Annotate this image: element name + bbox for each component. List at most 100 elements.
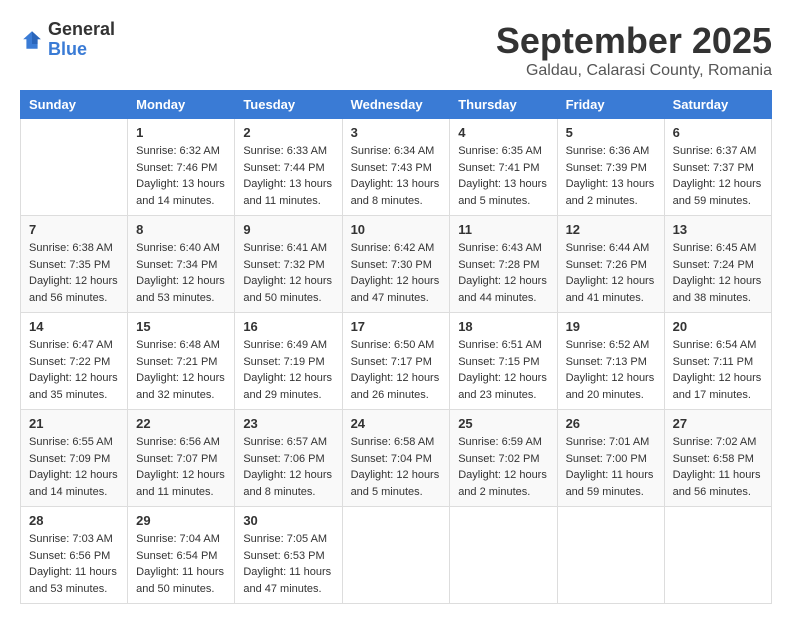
day-number: 29 — [136, 513, 226, 528]
logo-general-text: General — [48, 19, 115, 39]
calendar-cell: 27 Sunrise: 7:02 AMSunset: 6:58 PMDayligh… — [664, 410, 771, 507]
calendar-cell: 1 Sunrise: 6:32 AMSunset: 7:46 PMDaylight… — [128, 119, 235, 216]
location-subtitle: Galdau, Calarasi County, Romania — [496, 62, 772, 80]
day-number: 6 — [673, 125, 763, 140]
day-info: Sunrise: 6:38 AMSunset: 7:35 PMDaylight:… — [29, 240, 119, 306]
calendar-cell: 13 Sunrise: 6:45 AMSunset: 7:24 PMDayligh… — [664, 216, 771, 313]
calendar-cell — [21, 119, 128, 216]
weekday-header: Tuesday — [235, 91, 342, 119]
calendar-table: SundayMondayTuesdayWednesdayThursdayFrid… — [20, 90, 772, 604]
calendar-cell: 24 Sunrise: 6:58 AMSunset: 7:04 PMDayligh… — [342, 410, 450, 507]
calendar-cell: 8Sunrise: 6:40 AMSunset: 7:34 PMDaylight… — [128, 216, 235, 313]
calendar-cell — [557, 507, 664, 604]
day-number: 1 — [136, 125, 226, 140]
day-number: 20 — [673, 319, 763, 334]
logo: General Blue — [20, 20, 115, 60]
calendar-cell: 16 Sunrise: 6:49 AMSunset: 7:19 PMDayligh… — [235, 313, 342, 410]
day-info: Sunrise: 6:42 AMSunset: 7:30 PMDaylight:… — [351, 240, 442, 306]
day-info: Sunrise: 6:33 AMSunset: 7:44 PMDaylight:… — [243, 143, 333, 209]
calendar-cell: 5 Sunrise: 6:36 AMSunset: 7:39 PMDaylight… — [557, 119, 664, 216]
weekday-header: Monday — [128, 91, 235, 119]
calendar-cell: 12 Sunrise: 6:44 AMSunset: 7:26 PMDayligh… — [557, 216, 664, 313]
day-number: 22 — [136, 416, 226, 431]
calendar-cell: 22 Sunrise: 6:56 AMSunset: 7:07 PMDayligh… — [128, 410, 235, 507]
day-number: 26 — [566, 416, 656, 431]
day-info: Sunrise: 6:41 AMSunset: 7:32 PMDaylight:… — [243, 240, 333, 306]
weekday-header: Friday — [557, 91, 664, 119]
calendar-cell: 23 Sunrise: 6:57 AMSunset: 7:06 PMDayligh… — [235, 410, 342, 507]
day-number: 23 — [243, 416, 333, 431]
day-info: Sunrise: 6:57 AMSunset: 7:06 PMDaylight:… — [243, 434, 333, 500]
logo-blue-text: Blue — [48, 39, 87, 59]
weekday-header: Thursday — [450, 91, 557, 119]
day-info: Sunrise: 6:58 AMSunset: 7:04 PMDaylight:… — [351, 434, 442, 500]
day-number: 18 — [458, 319, 548, 334]
calendar-cell: 17Sunrise: 6:50 AMSunset: 7:17 PMDayligh… — [342, 313, 450, 410]
day-info: Sunrise: 7:02 AMSunset: 6:58 PMDaylight:… — [673, 434, 763, 500]
day-number: 12 — [566, 222, 656, 237]
calendar-cell: 2Sunrise: 6:33 AMSunset: 7:44 PMDaylight… — [235, 119, 342, 216]
day-number: 25 — [458, 416, 548, 431]
day-number: 28 — [29, 513, 119, 528]
day-number: 7 — [29, 222, 119, 237]
day-number: 17 — [351, 319, 442, 334]
calendar-cell: 10 Sunrise: 6:42 AMSunset: 7:30 PMDayligh… — [342, 216, 450, 313]
day-info: Sunrise: 6:32 AMSunset: 7:46 PMDaylight:… — [136, 143, 226, 209]
day-number: 24 — [351, 416, 442, 431]
month-title: September 2025 — [496, 20, 772, 62]
day-info: Sunrise: 6:36 AMSunset: 7:39 PMDaylight:… — [566, 143, 656, 209]
day-info: Sunrise: 6:35 AMSunset: 7:41 PMDaylight:… — [458, 143, 548, 209]
day-info: Sunrise: 6:43 AMSunset: 7:28 PMDaylight:… — [458, 240, 548, 306]
day-number: 27 — [673, 416, 763, 431]
calendar-cell: 14Sunrise: 6:47 AMSunset: 7:22 PMDayligh… — [21, 313, 128, 410]
calendar-week-row: 1 Sunrise: 6:32 AMSunset: 7:46 PMDaylight… — [21, 119, 772, 216]
calendar-cell: 3Sunrise: 6:34 AMSunset: 7:43 PMDaylight… — [342, 119, 450, 216]
calendar-cell: 4Sunrise: 6:35 AMSunset: 7:41 PMDaylight… — [450, 119, 557, 216]
day-number: 10 — [351, 222, 442, 237]
calendar-cell: 7 Sunrise: 6:38 AMSunset: 7:35 PMDaylight… — [21, 216, 128, 313]
calendar-cell: 19 Sunrise: 6:52 AMSunset: 7:13 PMDayligh… — [557, 313, 664, 410]
day-info: Sunrise: 6:52 AMSunset: 7:13 PMDaylight:… — [566, 337, 656, 403]
weekday-header: Wednesday — [342, 91, 450, 119]
calendar-cell — [450, 507, 557, 604]
day-number: 13 — [673, 222, 763, 237]
day-info: Sunrise: 6:55 AMSunset: 7:09 PMDaylight:… — [29, 434, 119, 500]
day-info: Sunrise: 6:37 AMSunset: 7:37 PMDaylight:… — [673, 143, 763, 209]
logo-icon — [20, 28, 44, 52]
calendar-cell: 26 Sunrise: 7:01 AMSunset: 7:00 PMDayligh… — [557, 410, 664, 507]
day-number: 5 — [566, 125, 656, 140]
day-number: 21 — [29, 416, 119, 431]
calendar-cell: 21 Sunrise: 6:55 AMSunset: 7:09 PMDayligh… — [21, 410, 128, 507]
day-info: Sunrise: 7:03 AMSunset: 6:56 PMDaylight:… — [29, 531, 119, 597]
calendar-cell: 25 Sunrise: 6:59 AMSunset: 7:02 PMDayligh… — [450, 410, 557, 507]
calendar-header-row: SundayMondayTuesdayWednesdayThursdayFrid… — [21, 91, 772, 119]
calendar-week-row: 14Sunrise: 6:47 AMSunset: 7:22 PMDayligh… — [21, 313, 772, 410]
day-info: Sunrise: 6:56 AMSunset: 7:07 PMDaylight:… — [136, 434, 226, 500]
day-info: Sunrise: 6:59 AMSunset: 7:02 PMDaylight:… — [458, 434, 548, 500]
calendar-week-row: 21 Sunrise: 6:55 AMSunset: 7:09 PMDayligh… — [21, 410, 772, 507]
weekday-header: Saturday — [664, 91, 771, 119]
day-info: Sunrise: 7:01 AMSunset: 7:00 PMDaylight:… — [566, 434, 656, 500]
day-info: Sunrise: 7:05 AMSunset: 6:53 PMDaylight:… — [243, 531, 333, 597]
day-number: 11 — [458, 222, 548, 237]
day-number: 9 — [243, 222, 333, 237]
day-number: 15 — [136, 319, 226, 334]
day-number: 19 — [566, 319, 656, 334]
day-number: 3 — [351, 125, 442, 140]
calendar-cell: 28 Sunrise: 7:03 AMSunset: 6:56 PMDayligh… — [21, 507, 128, 604]
day-info: Sunrise: 6:45 AMSunset: 7:24 PMDaylight:… — [673, 240, 763, 306]
calendar-cell — [342, 507, 450, 604]
calendar-body: 1 Sunrise: 6:32 AMSunset: 7:46 PMDaylight… — [21, 119, 772, 604]
weekday-header: Sunday — [21, 91, 128, 119]
day-info: Sunrise: 6:49 AMSunset: 7:19 PMDaylight:… — [243, 337, 333, 403]
day-number: 16 — [243, 319, 333, 334]
calendar-week-row: 7 Sunrise: 6:38 AMSunset: 7:35 PMDaylight… — [21, 216, 772, 313]
day-info: Sunrise: 7:04 AMSunset: 6:54 PMDaylight:… — [136, 531, 226, 597]
day-info: Sunrise: 6:44 AMSunset: 7:26 PMDaylight:… — [566, 240, 656, 306]
calendar-cell: 18Sunrise: 6:51 AMSunset: 7:15 PMDayligh… — [450, 313, 557, 410]
title-block: September 2025 Galdau, Calarasi County, … — [496, 20, 772, 80]
calendar-cell: 29 Sunrise: 7:04 AMSunset: 6:54 PMDayligh… — [128, 507, 235, 604]
calendar-cell: 6 Sunrise: 6:37 AMSunset: 7:37 PMDaylight… — [664, 119, 771, 216]
calendar-cell: 11 Sunrise: 6:43 AMSunset: 7:28 PMDayligh… — [450, 216, 557, 313]
calendar-cell: 20Sunrise: 6:54 AMSunset: 7:11 PMDayligh… — [664, 313, 771, 410]
